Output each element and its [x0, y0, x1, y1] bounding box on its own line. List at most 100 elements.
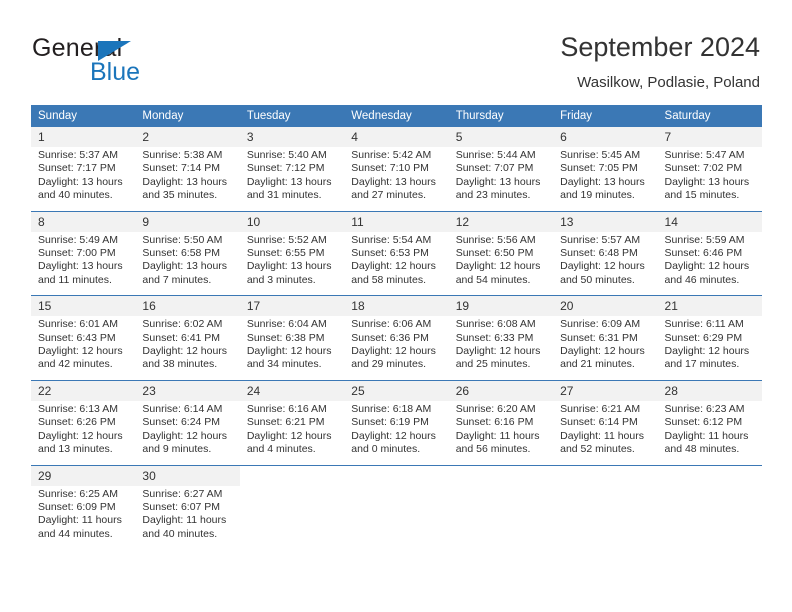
- day-number[interactable]: 2: [135, 127, 240, 147]
- day-cell[interactable]: Sunrise: 6:20 AM Sunset: 6:16 PM Dayligh…: [448, 400, 554, 465]
- sunset-text: Sunset: 6:09 PM: [38, 500, 116, 513]
- daylight-text-line2: and 50 minutes.: [560, 273, 635, 286]
- sunset-text: Sunset: 6:36 PM: [351, 331, 429, 344]
- day-cell[interactable]: Sunrise: 6:01 AM Sunset: 6:43 PM Dayligh…: [31, 316, 136, 381]
- day-number[interactable]: 21: [657, 295, 762, 317]
- daylight-text-line2: and 52 minutes.: [560, 443, 635, 456]
- sunrise-text: Sunrise: 5:40 AM: [246, 149, 327, 161]
- day-number[interactable]: 26: [448, 379, 554, 401]
- calendar-page: General Blue September 2024 Wasilkow, Po…: [0, 0, 792, 612]
- day-cell[interactable]: Sunrise: 6:18 AM Sunset: 6:19 PM Dayligh…: [344, 400, 449, 465]
- weekday-header-monday: Monday: [135, 105, 240, 127]
- daylight-text-line2: and 34 minutes.: [246, 358, 322, 371]
- day-number[interactable]: 14: [657, 210, 762, 232]
- daylight-text-line1: Daylight: 12 hours: [142, 345, 228, 358]
- day-number[interactable]: 30: [135, 464, 240, 486]
- daylight-text-line1: Daylight: 11 hours: [664, 429, 749, 442]
- sunrise-text: Sunrise: 5:56 AM: [455, 233, 536, 246]
- daylight-text-line2: and 0 minutes.: [351, 443, 421, 456]
- day-cell[interactable]: Sunrise: 6:27 AM Sunset: 6:07 PM Dayligh…: [135, 485, 240, 550]
- day-cell[interactable]: Sunrise: 6:02 AM Sunset: 6:41 PM Dayligh…: [135, 316, 240, 381]
- day-cell[interactable]: Sunrise: 5:44 AM Sunset: 7:07 PM Dayligh…: [448, 147, 554, 212]
- day-cell[interactable]: Sunrise: 6:04 AM Sunset: 6:38 PM Dayligh…: [239, 316, 345, 381]
- day-cell[interactable]: Sunrise: 6:16 AM Sunset: 6:21 PM Dayligh…: [239, 400, 345, 465]
- day-number[interactable]: 6: [553, 127, 658, 147]
- day-cell[interactable]: Sunrise: 5:57 AM Sunset: 6:48 PM Dayligh…: [553, 231, 658, 296]
- day-detail-row: Sunrise: 5:37 AM Sunset: 7:17 PM Dayligh…: [31, 147, 762, 212]
- day-cell[interactable]: Sunrise: 5:50 AM Sunset: 6:58 PM Dayligh…: [135, 231, 240, 296]
- daylight-text-line2: and 15 minutes.: [664, 189, 740, 202]
- day-number[interactable]: 12: [448, 210, 554, 232]
- daylight-text-line1: Daylight: 12 hours: [664, 260, 750, 273]
- title-block: September 2024 Wasilkow, Podlasie, Polan…: [330, 30, 760, 93]
- day-cell[interactable]: Sunrise: 6:11 AM Sunset: 6:29 PM Dayligh…: [657, 316, 762, 381]
- day-number[interactable]: 27: [553, 379, 658, 401]
- day-cell[interactable]: Sunrise: 6:21 AM Sunset: 6:14 PM Dayligh…: [553, 400, 658, 465]
- day-cell[interactable]: Sunrise: 5:38 AM Sunset: 7:14 PM Dayligh…: [135, 147, 240, 212]
- daylight-text-line2: and 42 minutes.: [38, 358, 113, 371]
- day-cell[interactable]: Sunrise: 5:54 AM Sunset: 6:53 PM Dayligh…: [344, 231, 449, 296]
- day-cell[interactable]: Sunrise: 6:09 AM Sunset: 6:31 PM Dayligh…: [553, 316, 658, 381]
- day-number[interactable]: 29: [31, 464, 136, 486]
- day-cell[interactable]: Sunrise: 6:14 AM Sunset: 6:24 PM Dayligh…: [135, 400, 240, 465]
- day-cell[interactable]: Sunrise: 5:59 AM Sunset: 6:46 PM Dayligh…: [657, 231, 762, 296]
- sunset-text: Sunset: 6:48 PM: [560, 247, 638, 260]
- daylight-text-line2: and 11 minutes.: [38, 273, 112, 286]
- sunrise-text: Sunrise: 5:38 AM: [142, 149, 223, 161]
- day-cell[interactable]: Sunrise: 6:06 AM Sunset: 6:36 PM Dayligh…: [344, 316, 449, 381]
- day-number[interactable]: 5: [448, 127, 554, 147]
- day-cell[interactable]: Sunrise: 6:08 AM Sunset: 6:33 PM Dayligh…: [448, 316, 554, 381]
- sunset-text: Sunset: 6:21 PM: [246, 416, 325, 429]
- day-number[interactable]: 28: [657, 379, 762, 401]
- day-number[interactable]: 1: [31, 127, 136, 147]
- day-cell[interactable]: Sunrise: 5:42 AM Sunset: 7:10 PM Dayligh…: [344, 147, 449, 212]
- daylight-text-line2: and 7 minutes.: [142, 273, 212, 286]
- daylight-text-line2: and 4 minutes.: [246, 443, 316, 456]
- day-number[interactable]: 18: [344, 295, 449, 317]
- logo-text-blue: Blue: [90, 58, 141, 86]
- day-cell[interactable]: Sunrise: 5:52 AM Sunset: 6:55 PM Dayligh…: [239, 231, 345, 296]
- day-cell[interactable]: Sunrise: 5:37 AM Sunset: 7:17 PM Dayligh…: [31, 147, 136, 212]
- day-number[interactable]: 4: [344, 127, 449, 147]
- day-cell[interactable]: Sunrise: 5:45 AM Sunset: 7:05 PM Dayligh…: [553, 147, 658, 212]
- day-number[interactable]: 8: [31, 210, 136, 232]
- day-number[interactable]: 19: [448, 295, 554, 317]
- day-number[interactable]: 20: [553, 295, 658, 317]
- day-cell[interactable]: Sunrise: 6:13 AM Sunset: 6:26 PM Dayligh…: [31, 400, 136, 465]
- day-number[interactable]: 23: [135, 379, 240, 401]
- sunset-text: Sunset: 7:10 PM: [351, 162, 429, 175]
- sunrise-text: Sunrise: 6:09 AM: [560, 318, 641, 331]
- day-cell[interactable]: Sunrise: 5:56 AM Sunset: 6:50 PM Dayligh…: [448, 231, 554, 296]
- day-number[interactable]: 11: [344, 210, 449, 232]
- sunset-text: Sunset: 7:00 PM: [38, 247, 116, 260]
- calendar-week-row: 1 2 3 4 5 6 7 Sunrise: 5:37 AM Sunset: 7…: [31, 127, 762, 212]
- general-blue-logo[interactable]: General Blue: [32, 34, 212, 86]
- day-number[interactable]: 22: [31, 379, 136, 401]
- day-number[interactable]: 25: [344, 379, 449, 401]
- day-number[interactable]: 10: [239, 210, 345, 232]
- day-number[interactable]: 13: [553, 210, 658, 232]
- day-cell[interactable]: Sunrise: 5:47 AM Sunset: 7:02 PM Dayligh…: [657, 147, 762, 212]
- day-cell-empty: [553, 485, 658, 550]
- sunrise-text: Sunrise: 6:06 AM: [351, 318, 432, 331]
- sunrise-text: Sunrise: 6:04 AM: [246, 318, 327, 331]
- daylight-text-line1: Daylight: 12 hours: [246, 345, 332, 358]
- day-cell[interactable]: Sunrise: 5:40 AM Sunset: 7:12 PM Dayligh…: [239, 147, 345, 212]
- day-number[interactable]: 9: [135, 210, 240, 232]
- sunrise-text: Sunrise: 5:37 AM: [38, 149, 118, 161]
- day-cell[interactable]: Sunrise: 6:23 AM Sunset: 6:12 PM Dayligh…: [657, 400, 762, 465]
- day-cell[interactable]: Sunrise: 6:25 AM Sunset: 6:09 PM Dayligh…: [31, 485, 136, 550]
- day-number[interactable]: 16: [135, 295, 240, 317]
- sunrise-text: Sunrise: 5:57 AM: [560, 233, 641, 246]
- daylight-text-line2: and 19 minutes.: [560, 189, 635, 202]
- day-number[interactable]: 17: [239, 295, 345, 317]
- sunset-text: Sunset: 6:26 PM: [38, 416, 116, 429]
- sunrise-text: Sunrise: 5:45 AM: [560, 149, 641, 161]
- day-number[interactable]: 15: [31, 295, 136, 317]
- day-number[interactable]: 7: [657, 127, 762, 147]
- daylight-text-line2: and 46 minutes.: [664, 273, 740, 286]
- day-cell[interactable]: Sunrise: 5:49 AM Sunset: 7:00 PM Dayligh…: [31, 231, 136, 296]
- day-number[interactable]: 24: [239, 379, 345, 401]
- day-number[interactable]: 3: [239, 127, 345, 147]
- daylight-text-line1: Daylight: 12 hours: [560, 260, 645, 273]
